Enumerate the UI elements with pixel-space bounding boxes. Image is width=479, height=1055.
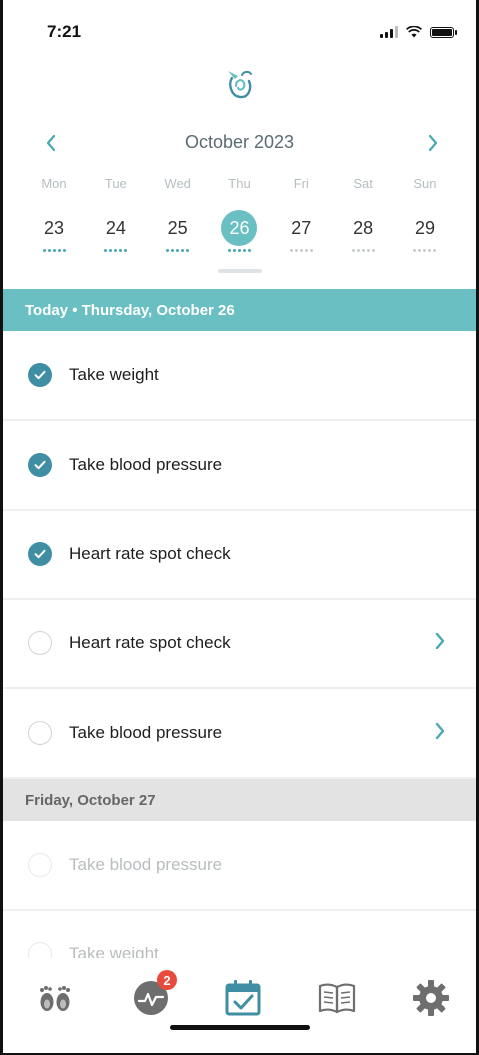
day-mon[interactable]: Mon 23: [25, 176, 83, 252]
day-number: 28: [353, 217, 374, 238]
task-label: Take blood pressure: [69, 855, 223, 874]
phone-screen: 7:21 October 2023 Mon 23 Tue 24 Wed 25 T…: [0, 0, 479, 1055]
tab-settings[interactable]: [409, 976, 453, 1020]
chevron-right-icon: [428, 134, 438, 152]
day-number: 29: [414, 217, 435, 238]
task-row[interactable]: Heart rate spot check: [3, 510, 476, 600]
day-number: 23: [43, 217, 65, 238]
month-title: October 2023: [184, 132, 295, 152]
tab-schedule-active[interactable]: [221, 976, 265, 1020]
empty-circle-icon[interactable]: [28, 631, 52, 655]
gear-icon: [413, 980, 449, 1016]
task-dots: [289, 249, 313, 252]
day-name: Tue: [104, 176, 127, 191]
day-name: Thu: [228, 176, 251, 191]
next-month-button[interactable]: [418, 128, 448, 158]
task-row[interactable]: Heart rate spot check: [3, 599, 476, 689]
status-icons: [380, 26, 457, 38]
day-wed[interactable]: Wed 25: [149, 176, 207, 252]
chevron-right-icon[interactable]: [434, 720, 446, 746]
app-logo-icon: [227, 70, 252, 99]
notification-badge: 2: [157, 970, 177, 990]
day-thu-selected[interactable]: Thu 26: [210, 176, 268, 252]
day-name: Sun: [413, 176, 437, 191]
week-strip: Mon 23 Tue 24 Wed 25 Thu 26 Fri 27 Sat 2…: [25, 176, 454, 252]
tab-activity[interactable]: 2: [129, 970, 177, 1020]
task-label: Heart rate spot check: [69, 633, 231, 652]
cellular-signal-icon: [380, 26, 398, 38]
friday-section-header: Friday, October 27: [3, 779, 476, 821]
home-indicator: [169, 1025, 310, 1030]
status-bar: 7:21: [3, 0, 476, 64]
tab-bar: 2: [3, 958, 476, 1038]
task-dots: [104, 249, 128, 252]
day-sun[interactable]: Sun 29: [396, 176, 454, 252]
day-number: 27: [291, 217, 312, 238]
day-name: Sat: [353, 176, 373, 191]
day-number: 24: [105, 217, 126, 238]
task-dots: [351, 249, 375, 252]
task-label: Take weight: [69, 365, 159, 384]
task-dots: [42, 249, 66, 252]
status-time: 7:21: [47, 22, 82, 41]
day-fri[interactable]: Fri 27: [272, 176, 330, 252]
day-name: Fri: [293, 176, 309, 191]
feet-icon: [40, 986, 70, 1011]
tab-feet[interactable]: [33, 976, 77, 1020]
day-name: Mon: [41, 176, 67, 191]
day-number: 25: [167, 217, 188, 238]
empty-circle-icon[interactable]: [28, 721, 52, 745]
battery-icon: [430, 26, 457, 38]
task-label: Heart rate spot check: [69, 544, 231, 563]
month-navigator: October 2023: [3, 128, 476, 158]
expand-handle[interactable]: [217, 269, 262, 273]
task-dots: [413, 249, 437, 252]
task-row[interactable]: Take weight: [3, 331, 476, 421]
checked-circle-icon[interactable]: [28, 542, 52, 566]
chevron-right-icon[interactable]: [434, 630, 446, 656]
day-number: 26: [221, 210, 258, 246]
day-name: Wed: [164, 176, 191, 191]
task-row[interactable]: Take blood pressure: [3, 821, 476, 911]
task-label: Take blood pressure: [69, 455, 223, 474]
task-dots: [227, 249, 251, 252]
checked-circle-icon[interactable]: [28, 363, 52, 387]
checked-circle-icon[interactable]: [28, 453, 52, 477]
empty-circle-icon[interactable]: [28, 853, 52, 877]
day-tue[interactable]: Tue 24: [87, 176, 145, 252]
calendar-check-icon: [225, 980, 261, 1016]
tab-library[interactable]: [315, 976, 359, 1020]
day-sat[interactable]: Sat 28: [334, 176, 392, 252]
wifi-icon: [406, 26, 422, 38]
today-section-header: Today • Thursday, October 26: [3, 289, 476, 331]
task-dots: [166, 249, 190, 252]
task-row[interactable]: Take blood pressure: [3, 421, 476, 511]
book-icon: [318, 983, 356, 1014]
task-label: Take blood pressure: [69, 723, 223, 742]
task-row[interactable]: Take blood pressure: [3, 689, 476, 779]
